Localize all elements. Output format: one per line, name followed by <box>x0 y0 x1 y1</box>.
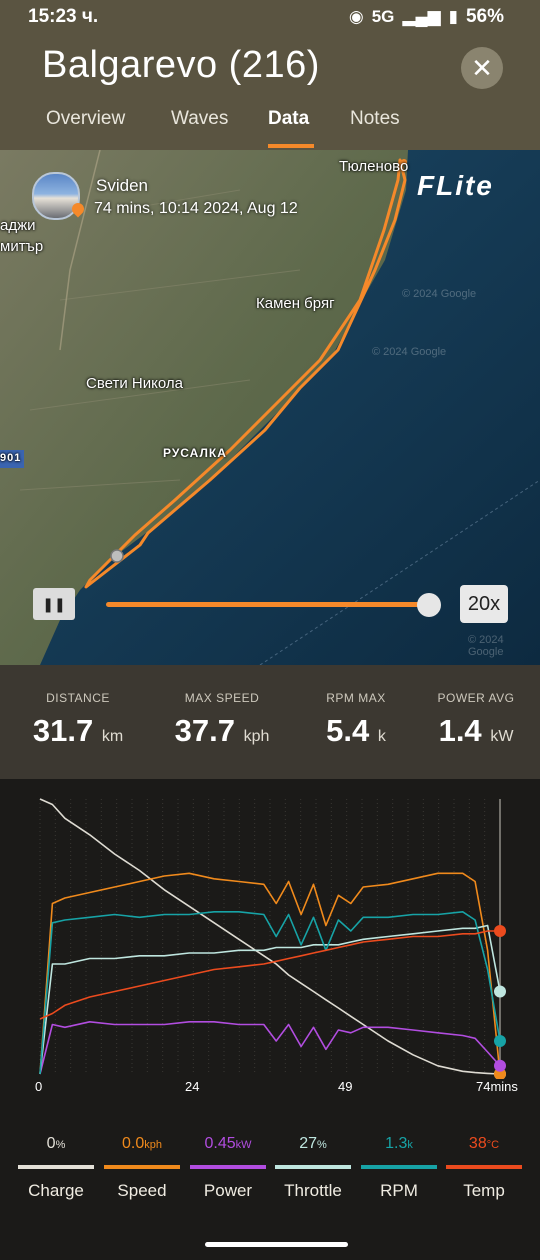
satellite-map <box>0 150 540 665</box>
legend-swatch <box>104 1165 180 1169</box>
location-icon: ◉ <box>348 7 364 26</box>
series-point-power <box>494 1059 506 1072</box>
series-point-temp <box>494 925 506 937</box>
legend-charge[interactable]: 0% Charge <box>18 1135 94 1201</box>
map-label-sveti-nikola: Свети Никола <box>86 375 183 392</box>
close-button[interactable]: ✕ <box>461 47 503 89</box>
legend-value: 0.0 <box>122 1135 145 1152</box>
tab-bar: Overview Waves Data Notes <box>0 104 540 150</box>
legend-label: Power <box>203 1181 253 1200</box>
legend-temp[interactable]: 38°C Temp <box>446 1135 522 1201</box>
legend-value: 0.45 <box>204 1135 236 1152</box>
pause-button[interactable]: ❚❚ <box>33 588 75 620</box>
legend-label: Speed <box>117 1181 167 1200</box>
map-watermark: © 2024 Google <box>402 288 477 300</box>
map-label-hadzhi: аджи <box>0 217 36 234</box>
tab-notes[interactable]: Notes <box>350 108 400 130</box>
app-header: 15:23 ч. ◉ 5G ▂▄▆ ▮ 56% Balgarevo (216) … <box>0 0 540 150</box>
legend-value: 1.3 <box>385 1135 408 1152</box>
playback-speed-button[interactable]: 20x <box>460 585 508 623</box>
battery-level: 56% <box>465 6 504 27</box>
tab-overview[interactable]: Overview <box>46 108 125 130</box>
active-tab-indicator <box>268 144 314 148</box>
pause-icon: ❚❚ <box>42 595 66 612</box>
legend-unit: % <box>55 1139 66 1151</box>
legend-label: Temp <box>463 1181 505 1200</box>
x-tick-label: 49 <box>338 1079 353 1094</box>
legend-swatch <box>18 1165 94 1169</box>
legend-swatch <box>275 1165 351 1169</box>
stat-max-speed: MAX SPEED 37.7 kph <box>162 691 282 749</box>
legend-unit: °C <box>486 1139 500 1151</box>
legend-label: Throttle <box>284 1181 342 1200</box>
stat-value: 5.4 <box>326 713 370 748</box>
stat-label: POWER AVG <box>437 691 515 705</box>
stats-panel: DISTANCE 31.7 km MAX SPEED 37.7 kph RPM … <box>0 665 540 779</box>
stat-value: 31.7 <box>32 713 94 748</box>
stat-rpm-max: RPM MAX 5.4 k <box>296 691 416 749</box>
legend-rpm[interactable]: 1.3k RPM <box>361 1135 437 1201</box>
chart-legend: 0% Charge 0.0kph Speed 0.45kW Power 27% … <box>0 1135 540 1215</box>
legend-value: 27 <box>299 1135 317 1152</box>
road-number: 901 <box>0 452 22 464</box>
status-icons: ◉ 5G ▂▄▆ ▮ 56% <box>349 6 504 28</box>
legend-speed[interactable]: 0.0kph Speed <box>104 1135 180 1201</box>
network-label: 5G <box>371 7 395 26</box>
telemetry-chart[interactable]: 0 24 49 74mins <box>0 779 540 1109</box>
brand-logo: FLite <box>417 170 494 201</box>
tab-waves[interactable]: Waves <box>171 108 228 130</box>
start-marker <box>110 549 124 563</box>
legend-swatch <box>361 1165 437 1169</box>
legend-value: 38 <box>468 1135 487 1152</box>
playback-slider[interactable] <box>106 602 430 607</box>
stat-unit: kph <box>243 728 270 745</box>
session-map[interactable]: Тюленово Камен бряг Свети Никола РУСАЛКА… <box>0 150 540 665</box>
playback-slider-thumb[interactable] <box>417 593 441 617</box>
page-title: Balgarevo (216) <box>42 44 320 86</box>
stat-unit: kW <box>490 728 514 745</box>
stat-distance: DISTANCE 31.7 km <box>18 691 138 749</box>
legend-throttle[interactable]: 27% Throttle <box>275 1135 351 1201</box>
legend-value: 0 <box>46 1135 56 1152</box>
map-label-rusalka: РУСАЛКА <box>163 446 227 460</box>
map-watermark: © 2024 Google <box>372 346 447 358</box>
home-indicator[interactable] <box>205 1242 348 1247</box>
legend-unit: k <box>407 1139 413 1151</box>
stat-label: RPM MAX <box>326 691 386 705</box>
stat-label: MAX SPEED <box>184 691 260 705</box>
x-tick-label: 74mins <box>476 1079 518 1094</box>
legend-label: RPM <box>380 1181 418 1200</box>
status-time: 15:23 ч. <box>28 6 99 27</box>
series-point-rpm <box>494 1035 506 1047</box>
legend-power[interactable]: 0.45kW Power <box>190 1135 266 1201</box>
session-name: Sviden <box>96 176 148 195</box>
x-tick-label: 24 <box>185 1079 200 1094</box>
stat-power-avg: POWER AVG 1.4 kW <box>416 691 536 749</box>
map-label-kamen-bryag: Камен бряг <box>256 295 335 312</box>
stat-unit: km <box>101 728 124 745</box>
close-icon: ✕ <box>471 52 493 83</box>
x-tick-label: 0 <box>35 1079 43 1094</box>
legend-label: Charge <box>28 1181 84 1200</box>
map-watermark: © 2024 Google <box>468 634 504 658</box>
legend-swatch <box>446 1165 522 1169</box>
legend-swatch <box>190 1165 266 1169</box>
stat-unit: k <box>377 728 386 745</box>
series-point-throttle <box>494 985 506 998</box>
session-info: Sviden 74 mins, 10:14 2024, Aug 12 <box>32 172 298 220</box>
battery-icon: ▮ <box>448 7 458 26</box>
telemetry-chart-svg <box>39 798 506 1079</box>
legend-unit: kW <box>235 1139 252 1151</box>
signal-icon: ▂▄▆ <box>402 7 441 26</box>
map-label-dimitar: митър <box>0 238 44 255</box>
legend-unit: % <box>317 1139 327 1151</box>
session-meta: 74 mins, 10:14 2024, Aug 12 <box>94 200 298 217</box>
stat-label: DISTANCE <box>46 691 110 705</box>
tab-data[interactable]: Data <box>268 108 309 130</box>
stat-value: 37.7 <box>174 713 235 748</box>
legend-unit: kph <box>144 1139 162 1151</box>
map-label-tyulenovo: Тюленово <box>339 158 409 175</box>
stat-value: 1.4 <box>438 713 482 748</box>
